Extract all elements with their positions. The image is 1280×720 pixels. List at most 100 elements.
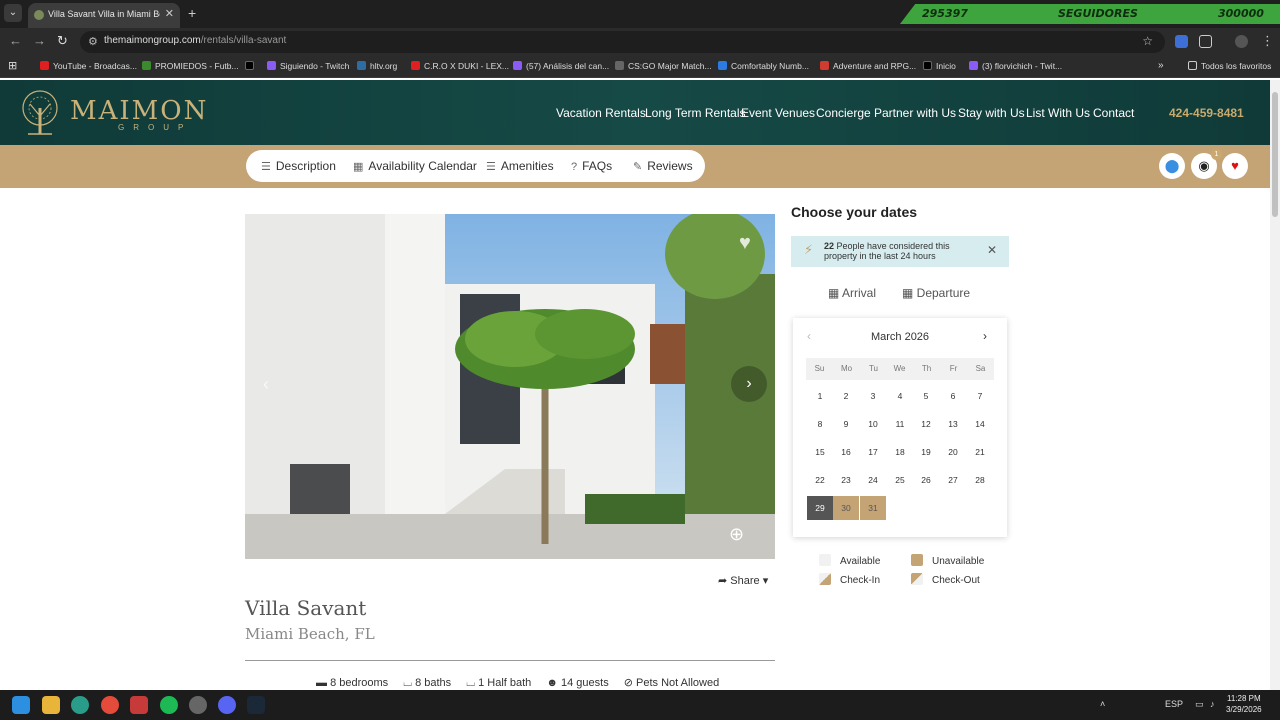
tab-availability-calendar[interactable]: ▦ Availability Calendar: [353, 159, 477, 173]
bookmark-youtube[interactable]: YouTube - Broadcas...: [40, 61, 137, 71]
calendar-day[interactable]: 4: [887, 384, 913, 408]
browser-tab-active[interactable]: Villa Savant Villa in Miami Beach ✕: [28, 3, 180, 28]
calendar-day[interactable]: 16: [833, 440, 859, 464]
calendar-day[interactable]: 26: [913, 468, 939, 492]
zoom-icon[interactable]: ⊕: [729, 524, 744, 545]
share-button[interactable]: ➦ Share ▾: [718, 574, 768, 587]
calendar-day[interactable]: 1: [807, 384, 833, 408]
bookmark-adventure-rpg[interactable]: Adventure and RPG...: [820, 61, 916, 71]
tab-description[interactable]: ☰ Description: [261, 159, 336, 173]
tab-faqs[interactable]: ? FAQs: [571, 159, 612, 173]
calendar-day[interactable]: 18: [887, 440, 913, 464]
back-icon[interactable]: ←: [9, 33, 22, 48]
steam-icon[interactable]: [247, 696, 265, 714]
calendar-day[interactable]: 9: [833, 412, 859, 436]
calendar-day[interactable]: 21: [967, 440, 993, 464]
gallery-next-button[interactable]: ›: [731, 366, 767, 402]
logo-wordmark[interactable]: MAIMON: [70, 96, 208, 126]
address-bar[interactable]: ⚙ themaimongroup.com/rentals/villa-savan…: [80, 31, 1165, 53]
calendar-day[interactable]: 7: [967, 384, 993, 408]
discord-icon[interactable]: [218, 696, 236, 714]
network-icon[interactable]: ▭: [1195, 699, 1204, 710]
bookmark-promiedos[interactable]: PROMIEDOS - Futb...: [142, 61, 239, 71]
bookmark-star-icon[interactable]: ☆: [1142, 34, 1153, 48]
calendar-day[interactable]: 22: [807, 468, 833, 492]
favorite-heart-icon[interactable]: ♥: [739, 232, 751, 255]
departure-field[interactable]: ▦ Departure: [902, 286, 970, 300]
bookmark-twitch-following[interactable]: Siguiendo - Twitch: [267, 61, 349, 71]
nav-partner-with-us[interactable]: Partner with Us: [874, 106, 956, 120]
favorites-button[interactable]: ♥: [1222, 153, 1248, 179]
calendar-day[interactable]: 11: [887, 412, 913, 436]
bookmark-hltv[interactable]: hltv.org: [357, 61, 397, 71]
bookmark-analisis[interactable]: (57) Análisis del can...: [513, 61, 609, 71]
calendar-day[interactable]: 14: [967, 412, 993, 436]
profile-avatar-icon[interactable]: [1235, 35, 1248, 48]
calendar-day-today[interactable]: 29: [807, 496, 833, 520]
map-pin-button[interactable]: ⬤: [1159, 153, 1185, 179]
bookmark-x[interactable]: [245, 61, 258, 71]
app-icon[interactable]: [189, 696, 207, 714]
site-info-icon[interactable]: ⚙: [88, 35, 98, 48]
tab-search-button[interactable]: ⌄: [4, 4, 22, 22]
app-icon[interactable]: [130, 696, 148, 714]
chrome-icon[interactable]: [101, 696, 119, 714]
calendar-day[interactable]: 27: [940, 468, 966, 492]
spotify-icon[interactable]: [160, 696, 178, 714]
calendar-day[interactable]: 5: [913, 384, 939, 408]
bookmark-comfortably-numb[interactable]: Comfortably Numb...: [718, 61, 809, 71]
scrollbar-thumb[interactable]: [1272, 92, 1278, 217]
nav-event-venues[interactable]: Event Venues: [741, 106, 815, 120]
calendar-day[interactable]: 24: [860, 468, 886, 492]
nav-concierge[interactable]: Concierge: [816, 106, 871, 120]
calendar-day[interactable]: 20: [940, 440, 966, 464]
input-language[interactable]: ESP: [1165, 699, 1183, 709]
start-icon[interactable]: [12, 696, 30, 714]
extension-icon[interactable]: [1175, 35, 1188, 48]
bookmark-cro-duki[interactable]: C.R.O X DUKI - LEX...: [411, 61, 509, 71]
calendar-day[interactable]: 23: [833, 468, 859, 492]
tab-reviews[interactable]: ✎ Reviews: [633, 159, 693, 173]
tray-chevron-icon[interactable]: ˄: [1100, 699, 1105, 709]
next-month-icon[interactable]: ›: [983, 329, 987, 343]
forward-icon[interactable]: →: [33, 33, 46, 48]
system-clock[interactable]: 11:28 PM 3/29/2026: [1226, 693, 1262, 715]
all-bookmarks-folder[interactable]: Todos los favoritos: [1188, 61, 1271, 71]
new-tab-icon[interactable]: +: [188, 5, 196, 21]
calendar-day[interactable]: 8: [807, 412, 833, 436]
browser-menu-icon[interactable]: ⋮: [1261, 33, 1274, 49]
calendar-day[interactable]: 25: [887, 468, 913, 492]
calendar-day[interactable]: 12: [913, 412, 939, 436]
apps-grid-icon[interactable]: ⊞: [8, 59, 17, 72]
calendar-day[interactable]: 6: [940, 384, 966, 408]
nav-contact[interactable]: Contact: [1093, 106, 1134, 120]
nav-vacation-rentals[interactable]: Vacation Rentals: [556, 106, 646, 120]
photo-gallery[interactable]: ‹ › ♥ ⊕: [245, 214, 775, 559]
calendar-day[interactable]: 15: [807, 440, 833, 464]
nav-long-term-rentals[interactable]: Long Term Rentals: [645, 106, 746, 120]
bookmark-inicio[interactable]: Inicio: [923, 61, 956, 71]
bookmark-florvichich[interactable]: (3) florvichich - Twit...: [969, 61, 1062, 71]
edge-icon[interactable]: [71, 696, 89, 714]
notice-close-icon[interactable]: ✕: [987, 243, 997, 257]
calendar-day[interactable]: 13: [940, 412, 966, 436]
phone-number[interactable]: 424-459-8481: [1169, 106, 1244, 120]
volume-icon[interactable]: ♪: [1210, 699, 1215, 709]
arrival-field[interactable]: ▦ Arrival: [828, 286, 876, 300]
calendar-day[interactable]: 2: [833, 384, 859, 408]
reload-icon[interactable]: ↻: [57, 33, 68, 49]
calendar-day[interactable]: 3: [860, 384, 886, 408]
calendar-day[interactable]: 28: [967, 468, 993, 492]
tab-amenities[interactable]: ☰ Amenities: [486, 159, 554, 173]
file-explorer-icon[interactable]: [42, 696, 60, 714]
bookmark-csgo[interactable]: CS:GO Major Match...: [615, 61, 712, 71]
nav-list-with-us[interactable]: List With Us: [1026, 106, 1090, 120]
extensions-puzzle-icon[interactable]: [1199, 35, 1212, 48]
gallery-prev-icon[interactable]: ‹: [263, 374, 269, 395]
tab-close-icon[interactable]: ✕: [165, 7, 174, 20]
more-bookmarks-icon[interactable]: »: [1158, 60, 1164, 71]
calendar-day[interactable]: 17: [860, 440, 886, 464]
nav-stay-with-us[interactable]: Stay with Us: [958, 106, 1025, 120]
calendar-day[interactable]: 10: [860, 412, 886, 436]
page-scrollbar[interactable]: [1270, 80, 1280, 690]
